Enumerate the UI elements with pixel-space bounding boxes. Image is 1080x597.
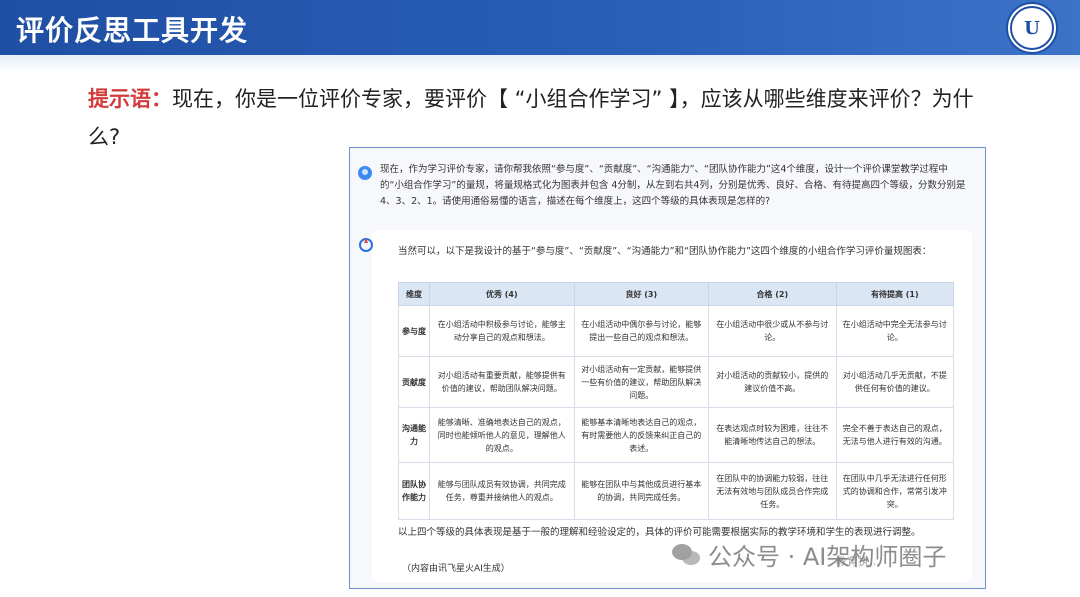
table-cell: 在团队中几乎无法进行任何形式的协调和合作，常常引发冲突。 [835, 462, 955, 520]
dimension-cell: 团队协作能力 [398, 462, 430, 520]
table-cell: 能够在团队中与其他成员进行基本的协调，共同完成任务。 [573, 462, 709, 520]
answer-intro: 当然可以，以下是我设计的基于“参与度”、“贡献度”、“沟通能力”和“团队协作能力… [398, 246, 932, 257]
table-cell: 能够与团队成员有效协调，共同完成任务，尊重并接纳他人的观点。 [429, 462, 575, 520]
prompt-label: 提示语： [88, 87, 172, 111]
user-question: 现在，作为学习评价专家，请你帮我依照“参与度”、“贡献度”、“沟通能力”、“团队… [380, 164, 966, 207]
table-cell: 在小组活动中积极参与讨论，能够主动分享自己的观点和想法。 [429, 305, 575, 357]
user-avatar-icon [358, 166, 372, 180]
table-cell: 在小组活动中很少或从不参与讨论。 [707, 305, 837, 357]
col-needs-improvement: 有待提高 (1) [835, 282, 955, 306]
table-cell: 完全不善于表达自己的观点，无法与他人进行有效的沟通。 [835, 407, 955, 463]
table-cell: 在小组活动中完全无法参与讨论。 [835, 305, 955, 357]
col-dimension: 维度 [398, 282, 430, 306]
logo-mark: U [1010, 6, 1054, 50]
spark-ai-icon [359, 238, 373, 252]
watermark-small-text: 教育执… [836, 555, 880, 568]
prompt-text: 提示语：现在，你是一位评价专家，要评价【 “小组合作学习” 】，应该从哪些维度来… [88, 80, 988, 156]
rubric-header-row: 维度 优秀 (4) 良好 (3) 合格 (2) 有待提高 (1) [398, 282, 955, 306]
table-cell: 对小组活动几乎无贡献，不提供任何有价值的建议。 [835, 356, 955, 408]
answer-source-note: （内容由讯飞星火AI生成） [402, 564, 510, 574]
table-row: 团队协作能力 能够与团队成员有效协调，共同完成任务，尊重并接纳他人的观点。 能够… [398, 462, 955, 520]
table-cell: 能够清晰、准确地表达自己的观点，同时也能倾听他人的意见，理解他人的观点。 [429, 407, 575, 463]
header-bar: 评价反思工具开发 U [0, 0, 1080, 55]
table-cell: 对小组活动有重要贡献，能够提供有价值的建议，帮助团队解决问题。 [429, 356, 575, 408]
table-cell: 在团队中的协调能力较弱，往往无法有效地与团队成员合作完成任务。 [707, 462, 837, 520]
dimension-cell: 沟通能力 [398, 407, 430, 463]
table-cell: 在小组活动中偶尔参与讨论，能够提出一些自己的观点和想法。 [573, 305, 709, 357]
university-logo: U [1006, 2, 1058, 54]
prompt-body: 现在，你是一位评价专家，要评价【 “小组合作学习” 】，应该从哪些维度来评价？为… [88, 87, 974, 149]
table-cell: 能够基本清晰地表达自己的观点，有时需要他人的反馈来纠正自己的表述。 [573, 407, 709, 463]
header-shadow [0, 55, 1080, 73]
col-excellent: 优秀 (4) [429, 282, 575, 306]
table-cell: 对小组活动的贡献较小，提供的建议价值不高。 [707, 356, 837, 408]
chat-screenshot: 现在，作为学习评价专家，请你帮我依照“参与度”、“贡献度”、“沟通能力”、“团队… [349, 147, 986, 589]
table-cell: 对小组活动有一定贡献，能够提供一些有价值的建议，帮助团队解决问题。 [573, 356, 709, 408]
watermark-text: 公众号 · AI架构师圈子 [708, 543, 947, 571]
col-good: 良好 (3) [573, 282, 709, 306]
rubric-table: 维度 优秀 (4) 良好 (3) 合格 (2) 有待提高 (1) 参与度 在小组… [398, 282, 955, 520]
wechat-icon [672, 544, 700, 565]
ai-answer-card: 当然可以，以下是我设计的基于“参与度”、“贡献度”、“沟通能力”和“团队协作能力… [372, 230, 972, 582]
table-row: 参与度 在小组活动中积极参与讨论，能够主动分享自己的观点和想法。 在小组活动中偶… [398, 305, 955, 357]
page-title: 评价反思工具开发 [16, 14, 249, 47]
col-pass: 合格 (2) [707, 282, 837, 306]
dimension-cell: 贡献度 [398, 356, 430, 408]
table-row: 沟通能力 能够清晰、准确地表达自己的观点，同时也能倾听他人的意见，理解他人的观点… [398, 407, 955, 463]
table-cell: 在表达观点时较为困难，往往不能清晰地传达自己的想法。 [707, 407, 837, 463]
dimension-cell: 参与度 [398, 305, 430, 357]
table-row: 贡献度 对小组活动有重要贡献，能够提供有价值的建议，帮助团队解决问题。 对小组活… [398, 356, 955, 408]
